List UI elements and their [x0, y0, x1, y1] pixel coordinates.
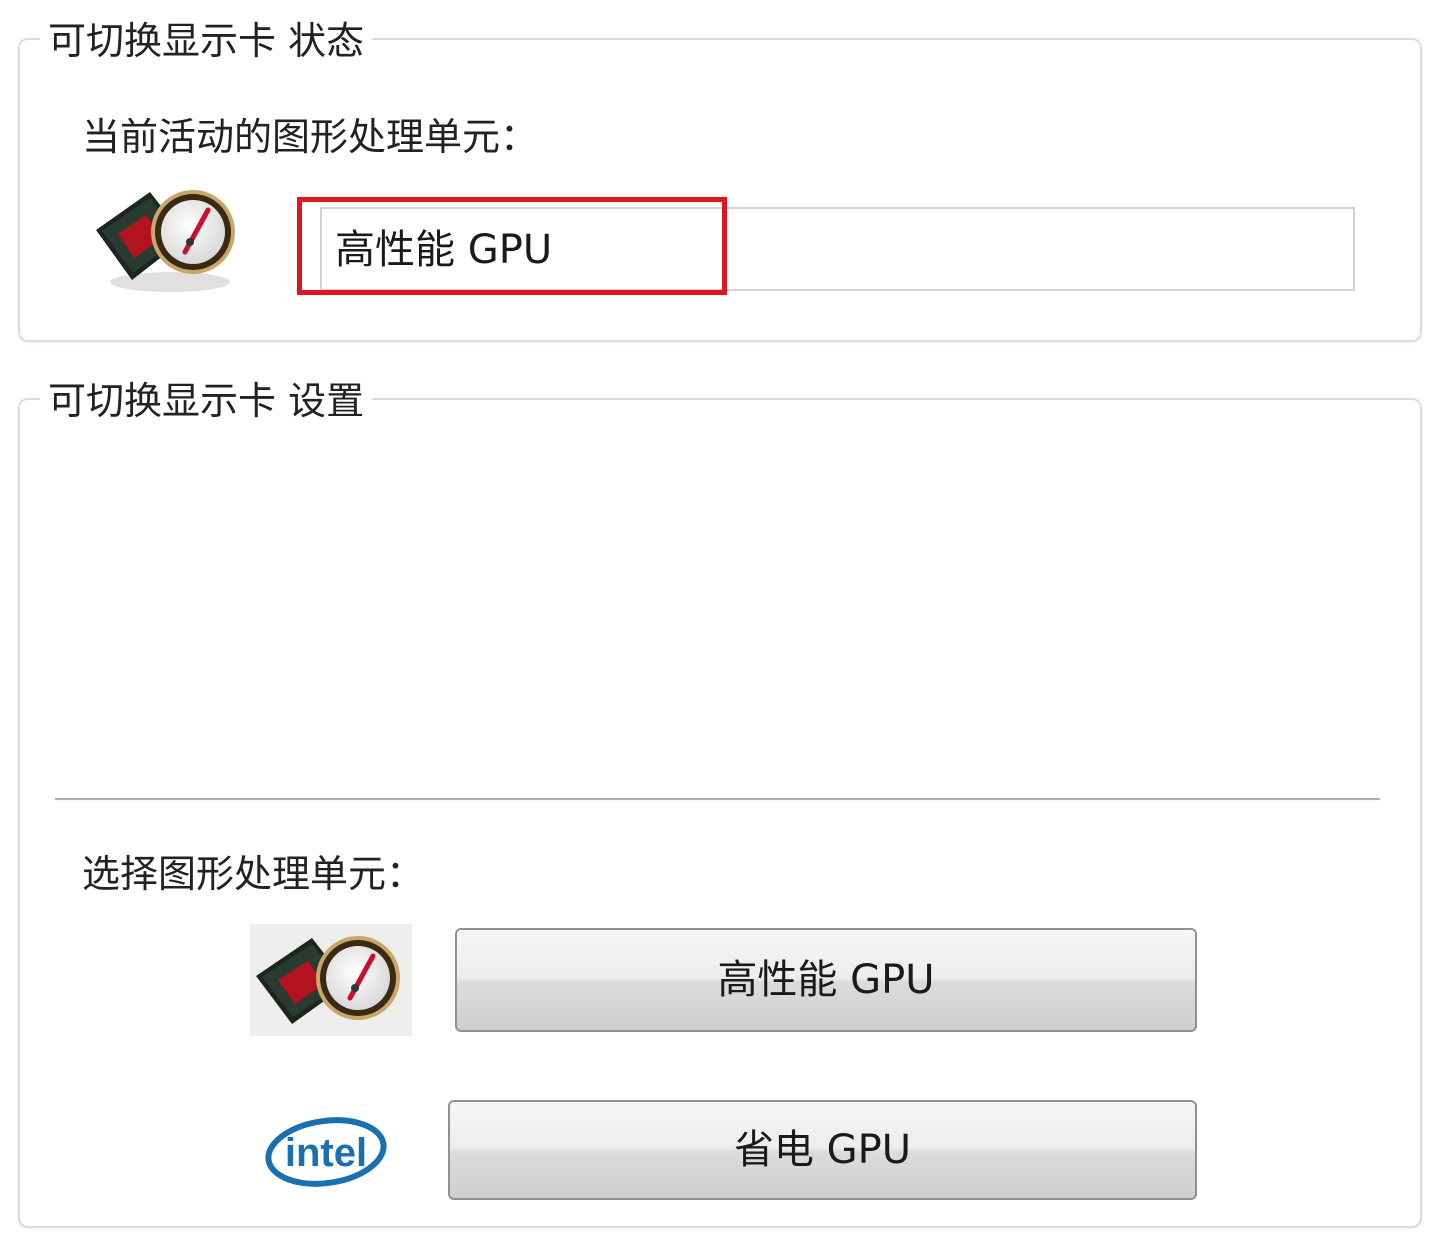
- select-gpu-label: 选择图形处理单元：: [82, 852, 425, 896]
- amd-gpu-speedometer-icon: [88, 182, 248, 297]
- amd-gpu-speedometer-icon: [250, 924, 412, 1036]
- current-gpu-value: 高性能 GPU: [335, 227, 553, 273]
- high-performance-gpu-button-label: 高性能 GPU: [717, 957, 935, 1003]
- current-gpu-label: 当前活动的图形处理单元：: [82, 115, 539, 159]
- intel-logo-icon: intel: [262, 1108, 390, 1192]
- high-performance-gpu-button[interactable]: 高性能 GPU: [455, 928, 1197, 1032]
- power-saving-gpu-button[interactable]: 省电 GPU: [448, 1100, 1197, 1200]
- power-saving-gpu-button-label: 省电 GPU: [733, 1127, 912, 1173]
- section-divider: [55, 798, 1380, 801]
- intel-logo-text: intel: [285, 1131, 367, 1175]
- status-group-legend: 可切换显示卡 状态: [40, 22, 373, 60]
- settings-group-legend: 可切换显示卡 设置: [40, 382, 373, 420]
